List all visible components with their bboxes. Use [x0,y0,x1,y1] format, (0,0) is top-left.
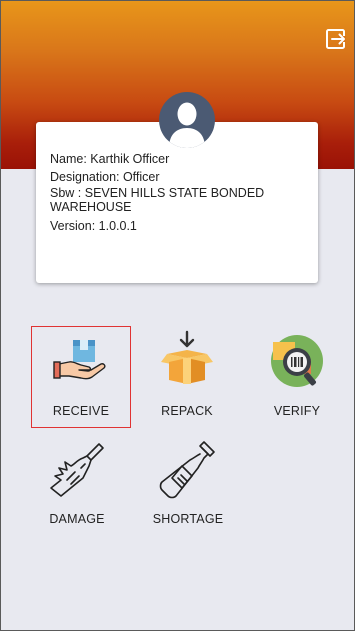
tile-damage[interactable]: DAMAGE [27,440,127,542]
tile-shortage-label: SHORTAGE [152,512,224,526]
profile-sbw: Sbw : SEVEN HILLS STATE BONDED WAREHOUSE [50,186,265,214]
tile-receive-label: RECEIVE [52,404,110,418]
profile-designation: Designation: Officer [50,169,160,184]
receive-box-hand-icon [53,340,106,380]
tile-verify-label: VERIFY [273,404,321,418]
repack-box-icon [161,330,213,384]
tile-repack-label: REPACK [161,404,213,418]
profile-version: Version: 1.0.0.1 [50,219,137,233]
avatar [159,92,215,148]
verify-barcode-icon [271,335,323,387]
tile-repack[interactable]: REPACK [137,326,237,428]
user-avatar-icon [169,102,205,148]
tile-receive[interactable]: RECEIVE [31,326,131,428]
broken-bottle-icon [50,443,104,497]
tile-damage-label: DAMAGE [49,512,105,526]
tile-shortage[interactable]: SHORTAGE [138,440,238,542]
app-screen: Name: Karthik Officer Designation: Offic… [0,0,355,631]
tile-verify[interactable]: VERIFY [247,326,347,428]
bottle-icon [159,441,215,499]
logout-icon [326,29,346,49]
profile-name: Name: Karthik Officer [50,152,170,166]
logout-button[interactable] [324,27,348,51]
